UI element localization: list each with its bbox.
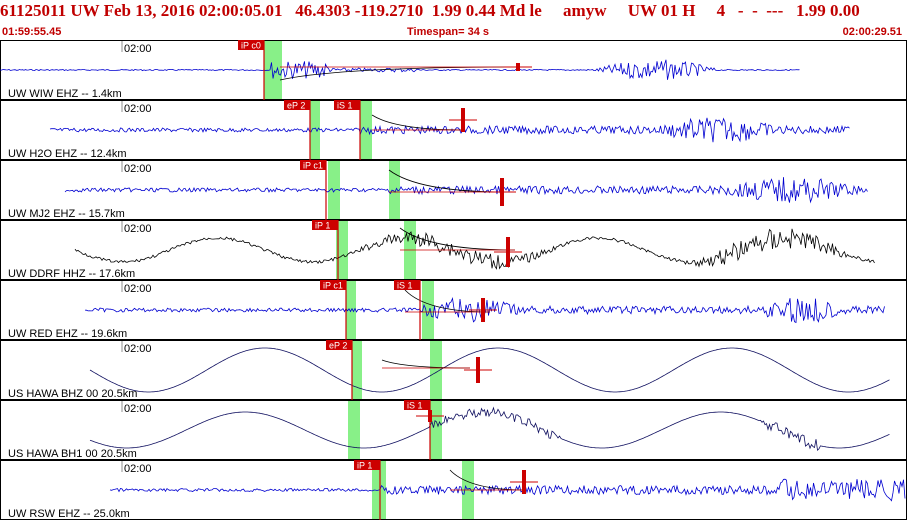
trace-panel[interactable]: 02:00 eP 2 US HAWA BHZ 00 20.5km — [0, 340, 907, 400]
coda-envelope — [388, 169, 506, 193]
amplitude-marker[interactable] — [506, 237, 510, 267]
coda-envelope — [381, 359, 471, 369]
phase-pick[interactable]: iP 1 — [312, 220, 339, 280]
phase-pick-label: iP c1 — [323, 281, 343, 291]
trace-panel[interactable]: 02:00 iP c1 iS 1 UW RED EHZ -- 19.6km — [0, 280, 907, 340]
phase-pick[interactable]: eP 2 — [326, 340, 353, 400]
window-start-time: 01:59:55.45 — [2, 26, 62, 38]
station-label: UW DDRF HHZ -- 17.6km — [8, 268, 135, 280]
station-label: UW RSW EHZ -- 25.0km — [8, 508, 130, 520]
station-label: UW RED EHZ -- 19.6km — [8, 328, 127, 340]
waveform-canvas[interactable]: 02:00 iP c0UW WIW EHZ -- 1.4km02:00 eP 2 iS… — [0, 40, 908, 520]
phase-pick-label: iP c1 — [303, 161, 323, 171]
seismogram-trace[interactable] — [89, 406, 890, 452]
station-label: US HAWA BHZ 00 20.5km — [8, 388, 137, 400]
station-label: UW WIW EHZ -- 1.4km — [8, 88, 122, 100]
minute-tick-label: 02:00 — [124, 403, 152, 415]
seismogram-trace[interactable] — [64, 177, 868, 204]
phase-pick-label: iS 1 — [337, 101, 353, 111]
station-label: UW MJ2 EHZ -- 15.7km — [8, 208, 125, 220]
phase-pick[interactable]: iS 1 — [334, 100, 361, 160]
trace-panel[interactable]: 02:00 iP 1 UW RSW EHZ -- 25.0km — [0, 460, 907, 520]
trace-panel[interactable]: 02:00 iS 1 US HAWA BH1 00 20.5km — [0, 400, 907, 460]
trace-panel[interactable]: 02:00 iP c0 UW WIW EHZ -- 1.4km — [0, 40, 907, 100]
amplitude-marker[interactable] — [516, 63, 520, 71]
minute-tick-label: 02:00 — [124, 223, 152, 235]
minute-tick-label: 02:00 — [124, 283, 152, 295]
timespan-readout: Timespan= 34 s — [407, 26, 490, 38]
event-summary: 61125011 UW Feb 13, 2016 02:00:05.01 46.… — [0, 1, 860, 20]
pick-window[interactable] — [389, 161, 400, 219]
station-label: UW H2O EHZ -- 12.4km — [8, 148, 127, 160]
trace-panel[interactable]: 02:00 eP 2 iS 1 UW H2O EHZ -- 12.4km — [0, 100, 907, 160]
station-label: US HAWA BH1 00 20.5km — [8, 448, 137, 460]
minute-tick-label: 02:00 — [124, 163, 152, 175]
waveform-panels[interactable]: 02:00 iP c0 UW WIW EHZ -- 1.4km 02:00 eP 2 iS… — [0, 40, 908, 520]
trace-panel[interactable]: 02:00 iP c1 UW MJ2 EHZ -- 15.7km — [0, 160, 907, 220]
phase-pick-label: eP 2 — [287, 101, 305, 111]
phase-pick-label: iS 1 — [407, 401, 423, 411]
phase-pick-label: iS 1 — [397, 281, 413, 291]
minute-tick-label: 02:00 — [124, 103, 152, 115]
phase-pick-label: iP 1 — [315, 221, 330, 231]
phase-pick-label: iP c0 — [241, 41, 261, 51]
amplitude-marker[interactable] — [500, 178, 504, 206]
phase-pick-label: iP 1 — [357, 461, 372, 471]
pick-window[interactable] — [352, 341, 362, 399]
amplitude-marker[interactable] — [476, 357, 480, 383]
coda-envelope — [371, 114, 466, 131]
phase-pick-label: eP 2 — [329, 341, 347, 351]
minute-tick-label: 02:00 — [124, 343, 152, 355]
minute-tick-label: 02:00 — [124, 463, 152, 475]
pick-window[interactable] — [348, 401, 360, 459]
phase-pick[interactable]: iS 1 — [404, 400, 431, 460]
window-end-time: 02:00:29.51 — [842, 26, 902, 38]
phase-pick[interactable]: iS 1 — [394, 280, 421, 340]
amplitude-marker[interactable] — [522, 470, 526, 494]
pick-window[interactable] — [430, 401, 442, 459]
trace-panel[interactable]: 02:00 iP 1 UW DDRF HHZ -- 17.6km — [0, 220, 907, 280]
pick-window[interactable] — [422, 281, 434, 339]
minute-tick-label: 02:00 — [124, 43, 152, 55]
amplitude-marker[interactable] — [481, 298, 485, 322]
seismogram-trace[interactable] — [0, 59, 800, 80]
event-header: 61125011 UW Feb 13, 2016 02:00:05.01 46.… — [0, 0, 908, 40]
amplitude-marker[interactable] — [461, 108, 465, 132]
